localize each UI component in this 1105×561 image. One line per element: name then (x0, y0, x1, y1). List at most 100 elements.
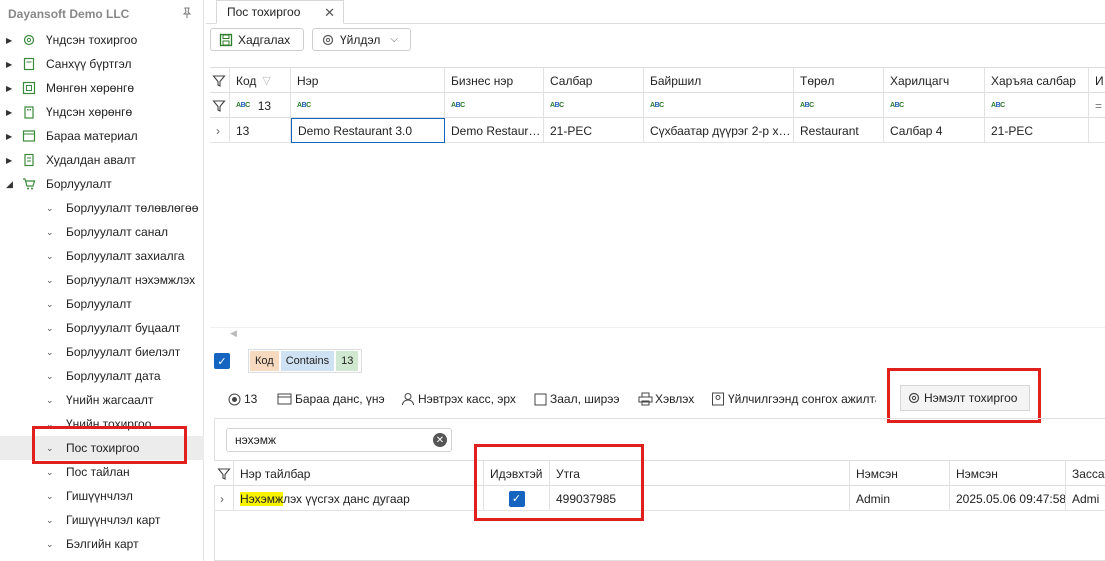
sidebar-subitem[interactable]: ⌄ Борлуулалт буцаалт (0, 316, 204, 340)
radio-icon (228, 393, 241, 406)
sidebar-item-fixed-assets[interactable]: ▶ Үндсэн хөрөнгө (0, 100, 204, 124)
filter-cell-branch[interactable]: ABC (544, 93, 644, 118)
filter-cell-more[interactable]: = (1089, 93, 1105, 118)
sidebar-subitem[interactable]: ⌄ Гишүүнчлэл (0, 484, 204, 508)
save-button[interactable]: Хадгалах (210, 28, 304, 51)
filter-value-chip[interactable]: 13 (336, 351, 359, 371)
filter-cell-name[interactable]: ABC (291, 93, 445, 118)
sidebar-item-finance[interactable]: ▶ Санхүү бүртгэл (0, 52, 204, 76)
col-header-type[interactable]: Төрөл (794, 68, 884, 93)
col-header-name[interactable]: Нэр (291, 68, 445, 93)
text-filter-icon: ABC (650, 102, 664, 109)
detail-tabs: 13 Бараа данс, үнэ Нэвтрэх касс, эрх Заа… (206, 368, 1105, 423)
save-label: Хадгалах (238, 32, 291, 47)
col-header-business[interactable]: Бизнес нэр (445, 68, 544, 93)
clear-icon[interactable]: ✕ (433, 433, 447, 447)
expand-icon[interactable]: ▶ (6, 84, 14, 93)
tab-item-accounts[interactable]: Бараа данс, үнэ (277, 388, 385, 410)
filter-operator-chip[interactable]: Contains (280, 351, 335, 371)
record-radio[interactable]: 13 (228, 388, 257, 410)
tab-pos-settings[interactable]: Пос тохиргоо ✕ (216, 0, 344, 24)
col-header-name-desc[interactable]: Нэр тайлбар (234, 461, 484, 486)
sidebar-subitem[interactable]: ⌄ Гишүүнчлэл карт (0, 508, 204, 532)
text-filter-icon: ABC (550, 102, 564, 109)
filter-cell-type[interactable]: ABC (794, 93, 884, 118)
filter-icon[interactable]: ▽ (262, 74, 270, 87)
filter-cell-code[interactable]: A B C 13 (230, 93, 291, 118)
sidebar-item-purchase[interactable]: ▶ Худалдан авалт (0, 148, 204, 172)
filter-expression[interactable]: Код Contains 13 (248, 349, 363, 373)
sidebar-subitem-label: Пос тайлан (66, 465, 130, 479)
col-header-added-at[interactable]: Нэмсэн (950, 461, 1066, 486)
chevron-down-icon: ⌄ (46, 538, 54, 549)
col-header-partner[interactable]: Харилцагч (884, 68, 985, 93)
sidebar-item-basic-settings[interactable]: ▶ Үндсэн тохиргоо (0, 28, 204, 52)
filter-enable-checkbox[interactable]: ✓ (214, 353, 230, 369)
chevron-down-icon: ⌄ (46, 490, 54, 501)
action-dropdown-button[interactable]: Үйлдэл ⌵ (312, 28, 411, 51)
action-label: Үйлдэл (340, 32, 381, 47)
cell-type: Restaurant (794, 118, 884, 143)
cell-name-desc: Нэхэмж лэх үүсгэх данс дугаар (234, 486, 484, 511)
table-row[interactable]: › 13 Demo Restaurant 3.0 Demo Restaur… 2… (210, 118, 1105, 143)
sidebar-item-label: Борлуулалт (46, 177, 112, 191)
row-expand-icon[interactable]: › (210, 118, 230, 143)
collapse-icon[interactable]: ◢ (6, 179, 14, 190)
settings-search-input[interactable]: нэхэмж ✕ (226, 428, 452, 452)
table-row[interactable]: › Нэхэмж лэх үүсгэх данс дугаар ✓ 4990379… (214, 486, 1105, 511)
sidebar-item-label: Худалдан авалт (46, 153, 136, 167)
sidebar-subitem[interactable]: ⌄ Борлуулалт санал (0, 220, 204, 244)
sidebar-subitem[interactable]: ⌄ Борлуулалт төлөвлөгөө (0, 196, 204, 220)
cell-branch: 21-РЕС (544, 118, 644, 143)
filter-cell-business[interactable]: ABC (445, 93, 544, 118)
filter-icon[interactable] (210, 93, 230, 118)
cell-partner: Салбар 4 (884, 118, 985, 143)
filter-cell-location[interactable]: ABC (644, 93, 794, 118)
col-header-more[interactable]: И (1089, 68, 1105, 93)
filter-icon[interactable] (210, 68, 230, 93)
col-header-branch[interactable]: Салбар (544, 68, 644, 93)
chevron-down-icon: ⌄ (46, 322, 54, 333)
cell-name[interactable]: Demo Restaurant 3.0 (291, 118, 445, 143)
expand-icon[interactable]: ▶ (6, 132, 14, 141)
sidebar-item-inventory[interactable]: ▶ Бараа материал (0, 124, 204, 148)
scroll-left-icon[interactable]: ◀ (230, 328, 237, 339)
chevron-down-icon: ⌄ (46, 466, 54, 477)
col-header-location[interactable]: Байршил (644, 68, 794, 93)
tab-hall-tables[interactable]: Заал, ширээ (534, 388, 620, 410)
filter-icon[interactable] (214, 461, 234, 486)
sidebar-subitem[interactable]: ⌄ Борлуулалт нэхэмжлэх (0, 268, 204, 292)
sidebar-subitem[interactable]: ⌄ Борлуулалт дата (0, 364, 204, 388)
sidebar-subitem[interactable]: ⌄ Борлуулалт (0, 292, 204, 316)
grid-header: Нэр тайлбар Идэвхтэй Утга Нэмсэн Нэмсэн … (214, 461, 1105, 486)
expand-icon[interactable]: ▶ (6, 156, 14, 165)
sidebar-subitem[interactable]: ⌄ Бэлгийн карт (0, 532, 204, 556)
col-header-parent-branch[interactable]: Харъяа салбар (985, 68, 1089, 93)
pin-icon[interactable] (181, 7, 193, 22)
sidebar-item-cash[interactable]: ▶ Мөнгөн хөрөнгө (0, 76, 204, 100)
close-icon[interactable]: ✕ (324, 5, 335, 21)
sidebar-subitem[interactable]: ⌄ Борлуулалт биелэлт (0, 340, 204, 364)
filter-cell-parent-branch[interactable]: ABC (985, 93, 1089, 118)
receipt-icon (22, 153, 36, 167)
horizontal-scrollbar[interactable]: ◀ (210, 327, 1105, 341)
col-header-added-by[interactable]: Нэмсэн (850, 461, 950, 486)
cell-location: Сүхбаатар дүүрэг 2-р х… (644, 118, 794, 143)
sidebar-item-sales[interactable]: ◢ Борлуулалт (0, 172, 204, 196)
expand-icon[interactable]: ▶ (6, 60, 14, 69)
grid-header: Код ▽ Нэр Бизнес нэр Салбар Байршил Төрөл… (210, 68, 1105, 93)
filter-cell-partner[interactable]: ABC (884, 93, 985, 118)
expand-icon[interactable]: ▶ (6, 36, 14, 45)
col-header-edited-by[interactable]: Засса (1066, 461, 1105, 486)
sidebar-subitem[interactable]: ⌄ Борлуулалт захиалга (0, 244, 204, 268)
row-expand-icon[interactable]: › (214, 486, 234, 511)
tab-login-register[interactable]: Нэвтрэх касс, эрх (401, 388, 516, 410)
cell-code: 13 (230, 118, 291, 143)
col-header-code[interactable]: Код ▽ (230, 68, 291, 93)
settings-grid: Нэр тайлбар Идэвхтэй Утга Нэмсэн Нэмсэн … (214, 460, 1105, 561)
filter-field-chip[interactable]: Код (250, 351, 279, 371)
tab-service-staff[interactable]: Үйлчилгээнд сонгох ажилтан (711, 388, 876, 410)
tab-print[interactable]: Хэвлэх (638, 388, 694, 410)
expand-icon[interactable]: ▶ (6, 108, 14, 117)
sidebar-subitem[interactable]: ⌄ Үнийн жагсаалт (0, 388, 204, 412)
